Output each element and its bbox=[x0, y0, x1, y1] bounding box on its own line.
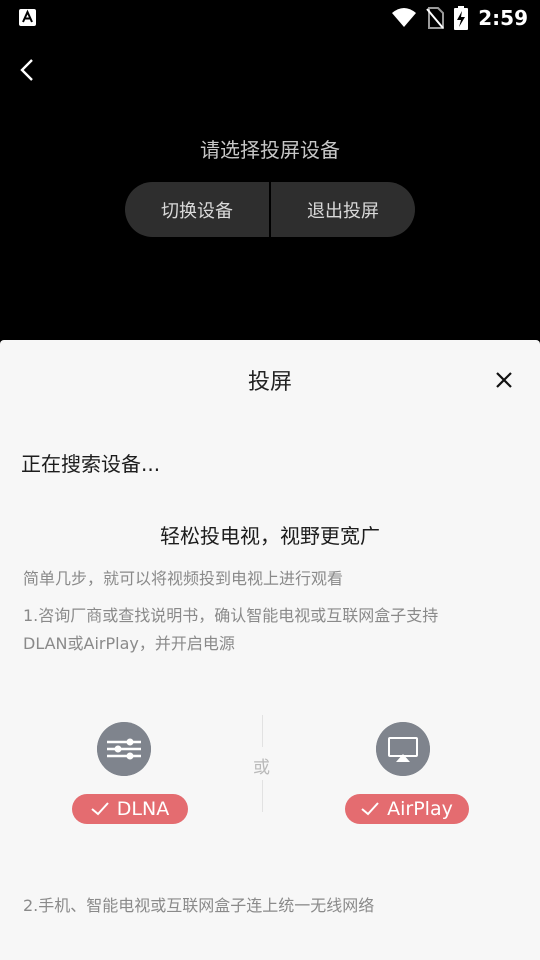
no-sim-icon bbox=[426, 7, 445, 29]
step-2: 2.手机、智能电视或互联网盒子连上统一无线网络 bbox=[23, 896, 375, 915]
cast-bottom-sheet: 投屏 正在搜索设备... 轻松投电视，视野更宽广 简单几步，就可以将视频投到电视… bbox=[0, 340, 540, 960]
close-icon[interactable] bbox=[494, 370, 514, 390]
subline: 简单几步，就可以将视频投到电视上进行观看 bbox=[23, 569, 344, 588]
status-time: 2:59 bbox=[478, 6, 528, 30]
step-1: 1.咨询厂商或查找说明书，确认智能电视或互联网盒子支持 DLAN或AirPlay… bbox=[23, 602, 523, 658]
check-icon bbox=[361, 802, 379, 816]
divider-line-bottom bbox=[262, 780, 263, 812]
divider-line-top bbox=[262, 715, 263, 747]
back-arrow-icon[interactable] bbox=[12, 52, 44, 88]
searching-status: 正在搜索设备... bbox=[21, 452, 161, 476]
check-icon bbox=[91, 802, 109, 816]
exit-cast-button[interactable]: 退出投屏 bbox=[271, 182, 415, 237]
airplay-badge: AirPlay bbox=[345, 794, 469, 824]
dlna-badge: DLNA bbox=[72, 794, 188, 824]
or-label: 或 bbox=[253, 758, 270, 778]
headline: 轻松投电视，视野更宽广 bbox=[160, 524, 380, 548]
dlna-icon bbox=[97, 722, 151, 776]
a-notification-icon bbox=[19, 9, 36, 26]
device-action-group: 切换设备 退出投屏 bbox=[125, 182, 415, 237]
select-device-prompt: 请选择投屏设备 bbox=[200, 138, 340, 162]
airplay-icon bbox=[376, 722, 430, 776]
airplay-label: AirPlay bbox=[387, 798, 453, 820]
dlna-label: DLNA bbox=[116, 798, 170, 820]
status-bar: 2:59 bbox=[0, 0, 540, 36]
cast-device-panel: 请选择投屏设备 切换设备 退出投屏 bbox=[0, 36, 540, 340]
sheet-title: 投屏 bbox=[247, 370, 292, 395]
step-1-line-2: DLAN或AirPlay，并开启电源 bbox=[23, 634, 235, 653]
dlna-option: DLNA bbox=[72, 722, 188, 828]
switch-device-button[interactable]: 切换设备 bbox=[125, 182, 269, 237]
wifi-icon bbox=[392, 8, 417, 27]
step-1-line-1: 1.咨询厂商或查找说明书，确认智能电视或互联网盒子支持 bbox=[23, 606, 439, 625]
battery-charging-icon bbox=[454, 6, 469, 30]
airplay-option: AirPlay bbox=[345, 722, 469, 828]
